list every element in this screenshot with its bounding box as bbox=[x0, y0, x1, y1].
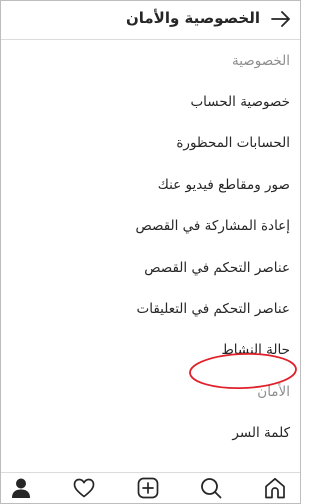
menu-item-label: الحسابات المحظورة bbox=[176, 135, 290, 152]
arrow-right-icon bbox=[271, 11, 290, 27]
settings-list: الخصوصية خصوصية الحساب الحسابات المحظورة… bbox=[1, 40, 300, 454]
menu-item-password[interactable]: كلمة السر bbox=[1, 413, 300, 454]
menu-item-story-controls[interactable]: عناصر التحكم في القصص bbox=[1, 247, 300, 288]
section-label: الخصوصية bbox=[231, 52, 290, 69]
profile-icon bbox=[12, 478, 30, 498]
menu-item-label: كلمة السر bbox=[232, 425, 290, 442]
tab-new-post[interactable] bbox=[128, 473, 168, 503]
menu-item-label: عناصر التحكم في التعليقات bbox=[136, 301, 290, 318]
section-label: الأمان bbox=[257, 383, 290, 400]
page-title: الخصوصية والأمان bbox=[125, 9, 260, 27]
menu-item-label: حالة النشاط bbox=[221, 342, 290, 359]
app-screen: الخصوصية والأمان الخصوصية خصوصية الحساب … bbox=[0, 0, 301, 504]
tab-profile[interactable] bbox=[1, 473, 41, 503]
menu-item-photos-of-you[interactable]: صور ومقاطع فيديو عنك bbox=[1, 164, 300, 205]
tab-search[interactable] bbox=[191, 473, 231, 503]
add-post-icon bbox=[137, 477, 159, 499]
home-icon bbox=[265, 477, 285, 499]
menu-item-activity-status[interactable]: حالة النشاط bbox=[1, 330, 300, 371]
menu-item-comment-controls[interactable]: عناصر التحكم في التعليقات bbox=[1, 288, 300, 329]
menu-item-label: إعادة المشاركة في القصص bbox=[135, 218, 290, 235]
section-header-security: الأمان bbox=[1, 371, 300, 412]
menu-item-label: عناصر التحكم في القصص bbox=[144, 259, 290, 276]
menu-item-story-resharing[interactable]: إعادة المشاركة في القصص bbox=[1, 206, 300, 247]
tab-home[interactable] bbox=[255, 473, 295, 503]
search-icon bbox=[201, 478, 222, 499]
menu-item-blocked-accounts[interactable]: الحسابات المحظورة bbox=[1, 123, 300, 164]
back-button[interactable] bbox=[268, 7, 294, 31]
menu-item-account-privacy[interactable]: خصوصية الحساب bbox=[1, 81, 300, 122]
bottom-tab-bar bbox=[1, 472, 300, 503]
top-bar: الخصوصية والأمان bbox=[1, 1, 300, 40]
section-header-privacy: الخصوصية bbox=[1, 40, 300, 81]
tab-activity[interactable] bbox=[64, 473, 104, 503]
menu-item-label: صور ومقاطع فيديو عنك bbox=[157, 176, 290, 193]
heart-icon bbox=[73, 478, 95, 498]
menu-item-label: خصوصية الحساب bbox=[190, 94, 290, 111]
